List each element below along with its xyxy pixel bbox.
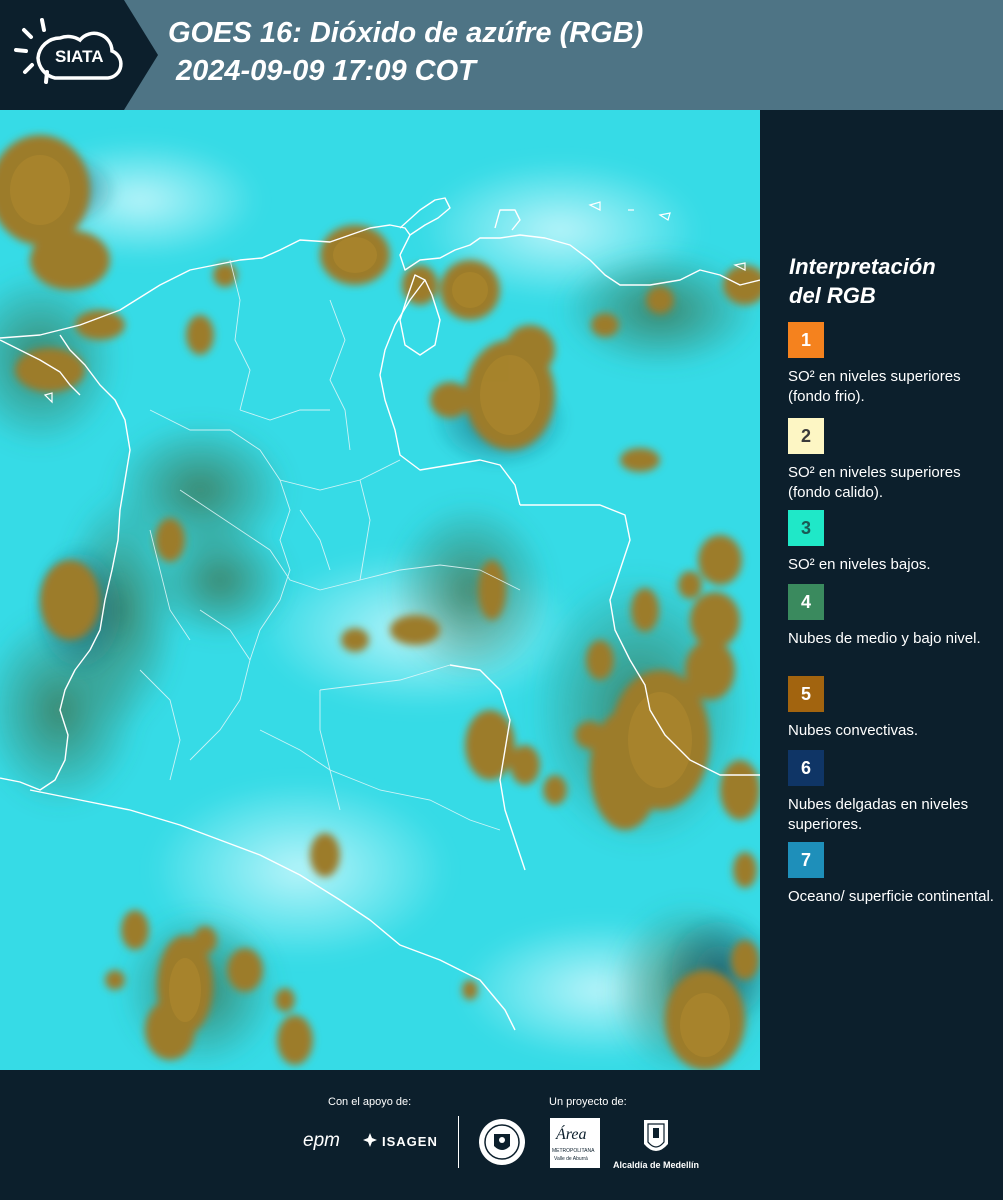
legend-title: Interpretación del RGB [789,252,936,310]
legend-number: 2 [800,425,811,446]
siata-logo-text: SIATA [55,47,103,66]
support-caption: Con el apoyo de: [328,1096,412,1108]
legend-item-4: 4 Nubes de medio y bajo nivel. [788,584,998,649]
legend-item-1: 1 SO² en niveles superiores (fondo frio)… [788,322,998,407]
legend-number: 5 [800,683,811,704]
legend-number: 4 [800,591,811,612]
siata-logo: SIATA [0,0,158,110]
title-line-2: 2024-09-09 17:09 COT [176,55,476,87]
legend-title-line-1: Interpretación [789,254,936,279]
isagen-logo: ISAGEN [382,1134,438,1149]
legend-number: 3 [800,517,811,538]
legend-swatch-3: 3 [788,510,824,546]
title-line-1: GOES 16: Dióxido de azúfre (RGB) [168,17,644,49]
legend-label: SO² en niveles superiores (fondo calido)… [788,464,961,501]
legend-item-5: 5 Nubes convectivas. [788,676,998,741]
rgb-legend: Interpretación del RGB 1 SO² en niveles … [760,110,1003,1070]
legend-swatch-7: 7 [788,842,824,878]
legend-item-6: 6 Nubes delgadas en niveles superiores. [788,750,998,835]
legend-item-3: 3 SO² en niveles bajos. [788,510,998,575]
legend-label: Nubes convectivas. [788,722,919,739]
legend-label: Nubes delgadas en niveles superiores. [788,796,969,833]
epm-logo: epm [303,1130,340,1151]
area-metropolitana-logo: Área METROPOLITANA Valle de Aburrá [550,1118,600,1168]
legend-label: SO² en niveles superiores (fondo frio). [788,368,961,405]
legend-swatch-2: 2 [788,418,824,454]
legend-swatch-1: 1 [788,322,824,358]
legend-swatch-6: 6 [788,750,824,786]
legend-label: Oceano/ superficie continental. [788,888,994,905]
legend-swatch-5: 5 [788,676,824,712]
legend-label: Nubes de medio y bajo nivel. [788,630,981,647]
page-title: GOES 16: Dióxido de azúfre (RGB) 2024-09… [168,14,643,90]
legend-item-7: 7 Oceano/ superficie continental. [788,842,998,907]
isagen-icon [362,1132,378,1148]
satellite-image [0,110,760,1070]
alcaldia-logo-text: Alcaldía de Medellín [613,1160,700,1170]
alcaldia-shield-icon [642,1118,670,1158]
legend-number: 1 [800,329,811,350]
header-bar: SIATA GOES 16: Dióxido de azúfre (RGB) 2… [0,0,1003,110]
legend-title-line-2: del RGB [789,283,876,308]
area-logo-sub2: Valle de Aburrá [554,1156,588,1162]
legend-item-2: 2 SO² en niveles superiores (fondo calid… [788,418,998,503]
area-logo-text: Área [556,1126,587,1143]
legend-number: 7 [800,849,811,870]
footer-divider [458,1116,459,1168]
footer: Con el apoyo de: Un proyecto de: epm ISA… [0,1070,1003,1200]
medellin-seal-icon [478,1118,526,1166]
legend-number: 6 [800,757,811,778]
legend-label: SO² en niveles bajos. [788,556,931,573]
legend-swatch-4: 4 [788,584,824,620]
area-logo-sub1: METROPOLITANA [552,1148,595,1154]
project-caption: Un proyecto de: [549,1096,627,1108]
